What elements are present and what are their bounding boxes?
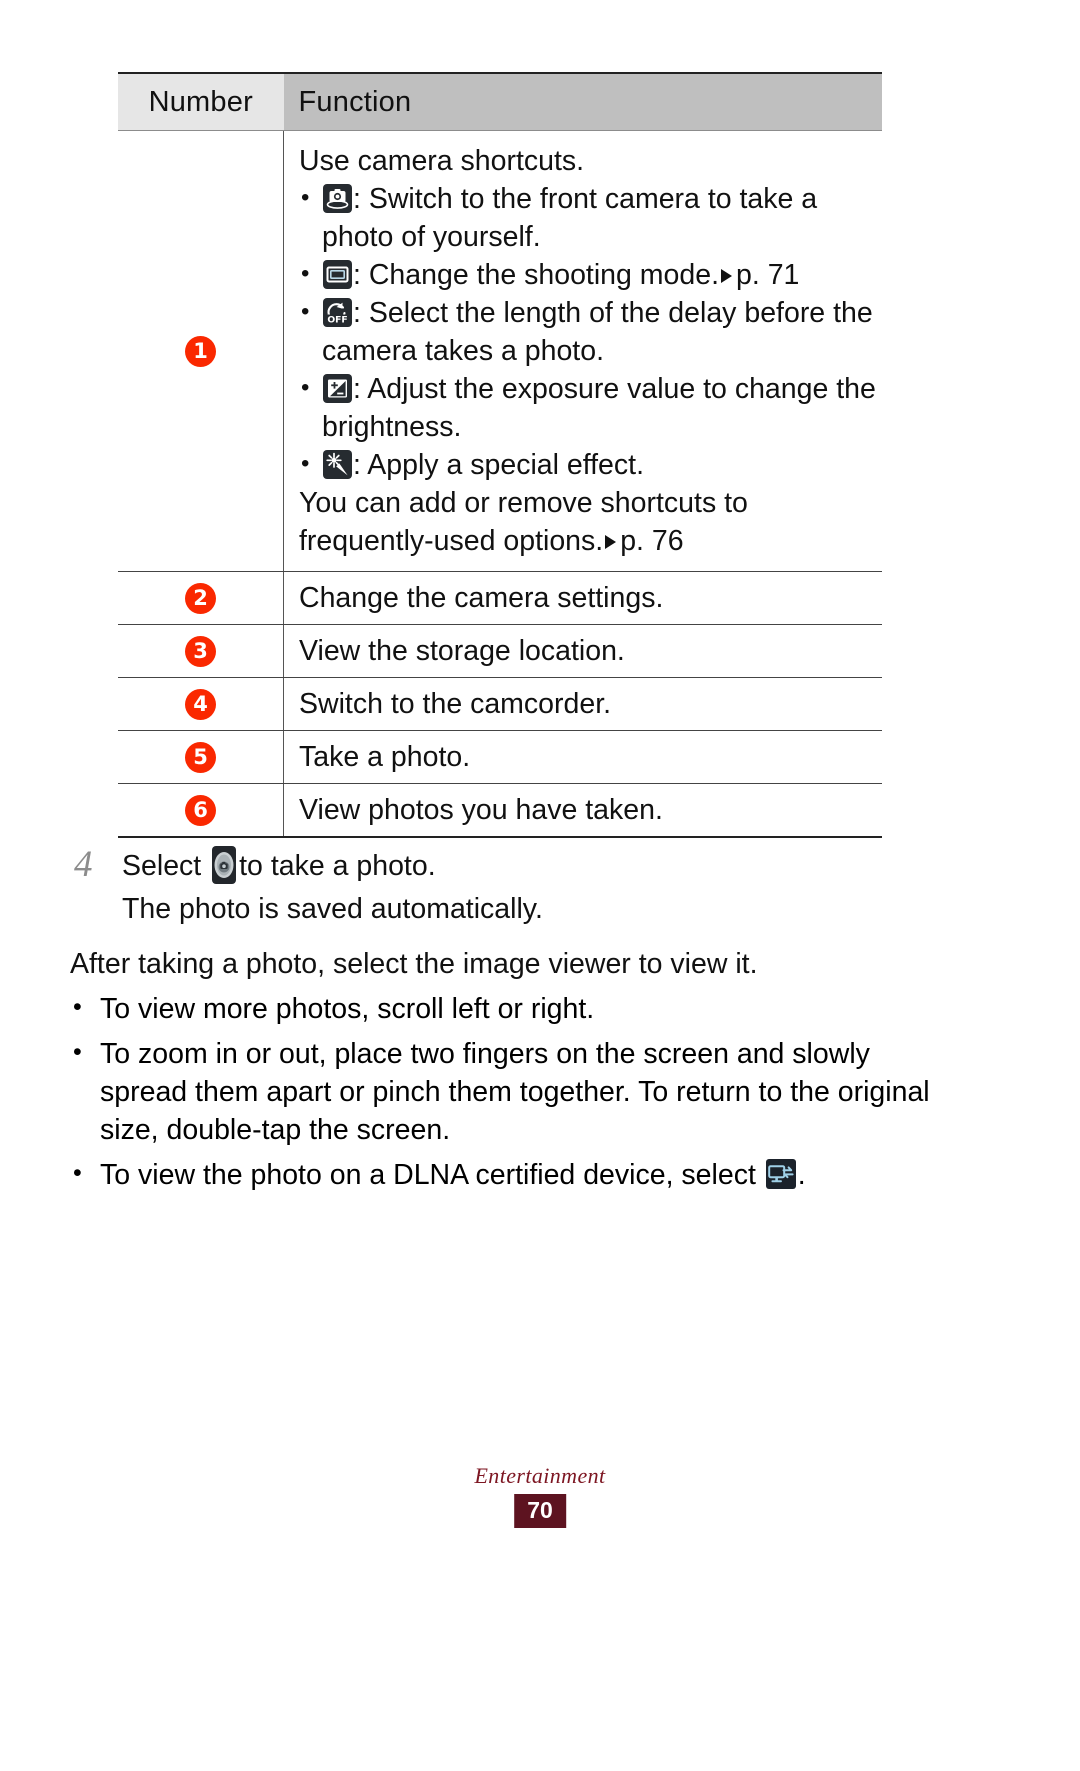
table-row: 2 Change the camera settings. [118,571,882,625]
step-subline: The photo is saved automatically. [122,893,543,925]
column-header-function: Function [283,72,882,131]
row-number-cell: 2 [118,571,284,625]
row-function-cell: Take a photo. [283,730,882,784]
special-effect-icon [323,450,352,479]
reference-arrow-icon [721,269,733,283]
dlna-icon [765,1159,796,1189]
row-function-cell: Switch to the camcorder. [283,677,882,731]
table-row: 5 Take a photo. [118,730,882,784]
row-number-cell: 1 [118,130,284,572]
table-row: 3 View the storage location. [118,624,882,678]
shortcut-ref-shooting-mode: p. 71 [736,259,800,291]
circled-number-1: 1 [185,335,216,367]
row-number-cell: 5 [118,730,284,784]
shortcut-intro-text: Use camera shortcuts. [299,145,585,177]
row-number-cell: 4 [118,677,284,731]
shortcut-bullet-front-camera: : Switch to the front camera to take a p… [299,179,882,256]
tips-bullet-list: To view more photos, scroll left or righ… [70,988,960,1201]
row-function-cell: View photos you have taken. [283,783,882,838]
shortcut-text-special-effect: : Apply a special effect. [353,449,644,481]
step-body: Select to take a photo. The photo is sav… [122,845,922,931]
row-function-cell: View the storage location. [283,624,882,678]
shortcut-bullet-timer: OFF : Select the length of the delay bef… [299,293,882,370]
footer-section-label: Entertainment [474,1463,606,1488]
shortcut-text-exposure: : Adjust the exposure value to change th… [322,373,876,443]
step-text-before: Select [122,850,202,882]
list-item: To zoom in or out, place two fingers on … [70,1033,960,1149]
shooting-mode-icon [323,260,352,289]
list-item: To view the photo on a DLNA certified de… [70,1154,960,1194]
table-row: 1 Use camera shortcuts. •: Switch to th… [118,130,882,572]
step-text-after: to take a photo. [239,850,436,882]
table-row: 4 Switch to the camcorder. [118,677,882,731]
circled-number-4: 4 [185,688,216,720]
shortcut-text-timer: : Select the length of the delay before … [322,297,873,367]
shortcut-outro: You can add or remove shortcuts to frequ… [299,484,882,560]
circled-number-3: 3 [185,635,216,667]
circled-number-2: 2 [185,582,216,614]
page-number-badge: 70 [514,1494,566,1528]
row-function-cell: Use camera shortcuts. : Swit [283,130,882,572]
dlna-text-after: . [797,1159,806,1191]
intro-paragraph: After taking a photo, select the image v… [70,948,758,980]
list-item: To view more photos, scroll left or righ… [70,988,960,1028]
shortcut-text-front-camera: : Switch to the front camera to take a p… [322,183,818,253]
exposure-icon [323,374,352,403]
shortcut-bullet-shooting-mode: : Change the shooting mode. p. 71 [299,255,882,294]
dlna-text-before: To view the photo on a DLNA certified de… [100,1159,756,1191]
document-page: Number Function 1 Use camera shortcuts. [0,0,1080,1771]
shortcut-outro-ref: p. 76 [620,525,684,557]
function-table: Number Function 1 Use camera shortcuts. [118,72,882,838]
table-row: 6 View photos you have taken. [118,783,882,838]
svg-text:OFF: OFF [327,315,347,326]
row-function-cell: Change the camera settings. [283,571,882,625]
timer-off-icon: OFF [323,298,352,327]
table-header-row: Number Function [118,72,882,131]
shortcut-bullet-exposure: : Adjust the exposure value to change th… [299,369,882,446]
shortcut-bullet-special-effect: : Apply a special effect. [299,445,882,484]
row-number-cell: 3 [118,624,284,678]
step-line-1: Select to take a photo. [122,845,922,888]
front-camera-icon [323,184,352,213]
shortcut-text-shooting-mode: : Change the shooting mode. [353,259,720,291]
step-number: 4 [74,844,93,885]
circled-number-5: 5 [185,741,216,773]
reference-arrow-icon-outro [605,535,617,549]
shutter-button-icon [212,846,237,884]
column-header-number: Number [118,72,284,131]
circled-number-6: 6 [185,794,216,826]
row-number-cell: 6 [118,783,284,838]
